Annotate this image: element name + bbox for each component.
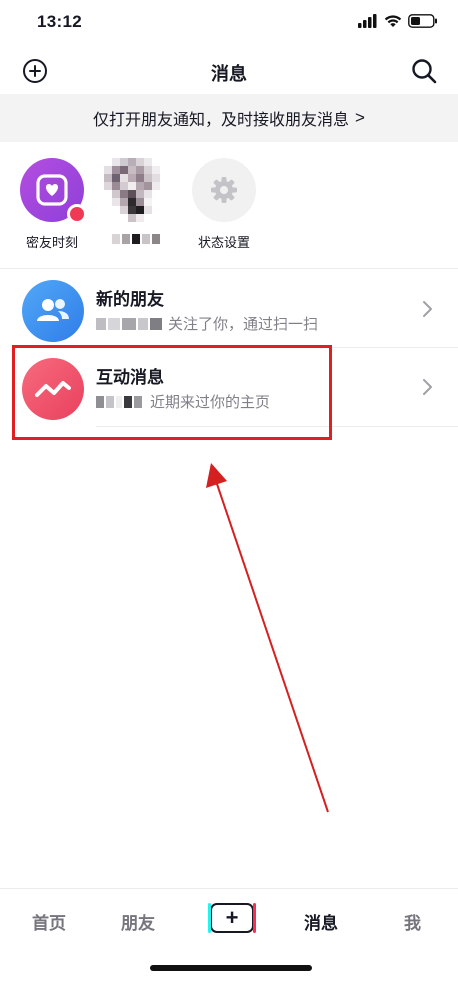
blurred-name xyxy=(96,234,176,246)
chevron-right-icon xyxy=(423,301,432,317)
friend-item-blurred[interactable] xyxy=(96,158,176,246)
heart-photo-icon xyxy=(20,158,87,224)
friend-label-close-friends: 密友时刻 xyxy=(25,235,78,250)
friend-item-close-friends[interactable]: 密友时刻 xyxy=(12,158,92,251)
friends-row: 密友时刻 状态设置 xyxy=(0,152,458,260)
tab-me[interactable]: 我 xyxy=(404,909,421,934)
battery-icon xyxy=(408,14,437,28)
home-indicator xyxy=(150,965,312,971)
annotation-arrow xyxy=(206,463,329,813)
notification-banner[interactable]: 仅打开朋友通知，及时接收朋友消息 > xyxy=(0,94,458,142)
friend-item-status-settings[interactable]: 状态设置 xyxy=(184,158,264,251)
page-title: 消息 xyxy=(211,64,247,84)
message-title: 新的朋友 xyxy=(96,290,164,309)
blurred-avatar xyxy=(104,158,168,222)
tab-friends[interactable]: 朋友 xyxy=(121,909,155,934)
message-subtitle: 关注了你，通过扫一扫 xyxy=(96,313,318,334)
chevron-right-icon: > xyxy=(355,108,365,127)
divider xyxy=(0,268,458,269)
plus-icon: + xyxy=(225,905,239,930)
wifi-icon xyxy=(384,15,402,27)
status-bar: 13:12 xyxy=(0,0,458,46)
unread-dot xyxy=(67,204,87,224)
users-icon xyxy=(22,280,84,342)
message-subtitle-text: 关注了你，通过扫一扫 xyxy=(168,316,319,333)
gear-icon xyxy=(192,158,256,222)
chevron-right-icon xyxy=(423,379,432,395)
friend-label-status-settings: 状态设置 xyxy=(197,235,250,250)
tab-messages[interactable]: 消息 xyxy=(304,909,338,934)
highlight-box xyxy=(12,345,332,440)
create-button[interactable]: + xyxy=(208,903,256,933)
status-icons xyxy=(358,14,438,28)
blurred-username xyxy=(96,317,164,330)
tab-home[interactable]: 首页 xyxy=(32,909,66,934)
message-item-new-friends[interactable]: 新的朋友 关注了你，通过扫一扫 xyxy=(0,270,458,348)
search-icon[interactable] xyxy=(410,57,438,85)
signal-icon xyxy=(358,14,377,28)
banner-text: 仅打开朋友通知，及时接收朋友消息 xyxy=(93,112,350,129)
status-time: 13:12 xyxy=(37,12,82,31)
top-nav: 消息 xyxy=(0,46,458,94)
